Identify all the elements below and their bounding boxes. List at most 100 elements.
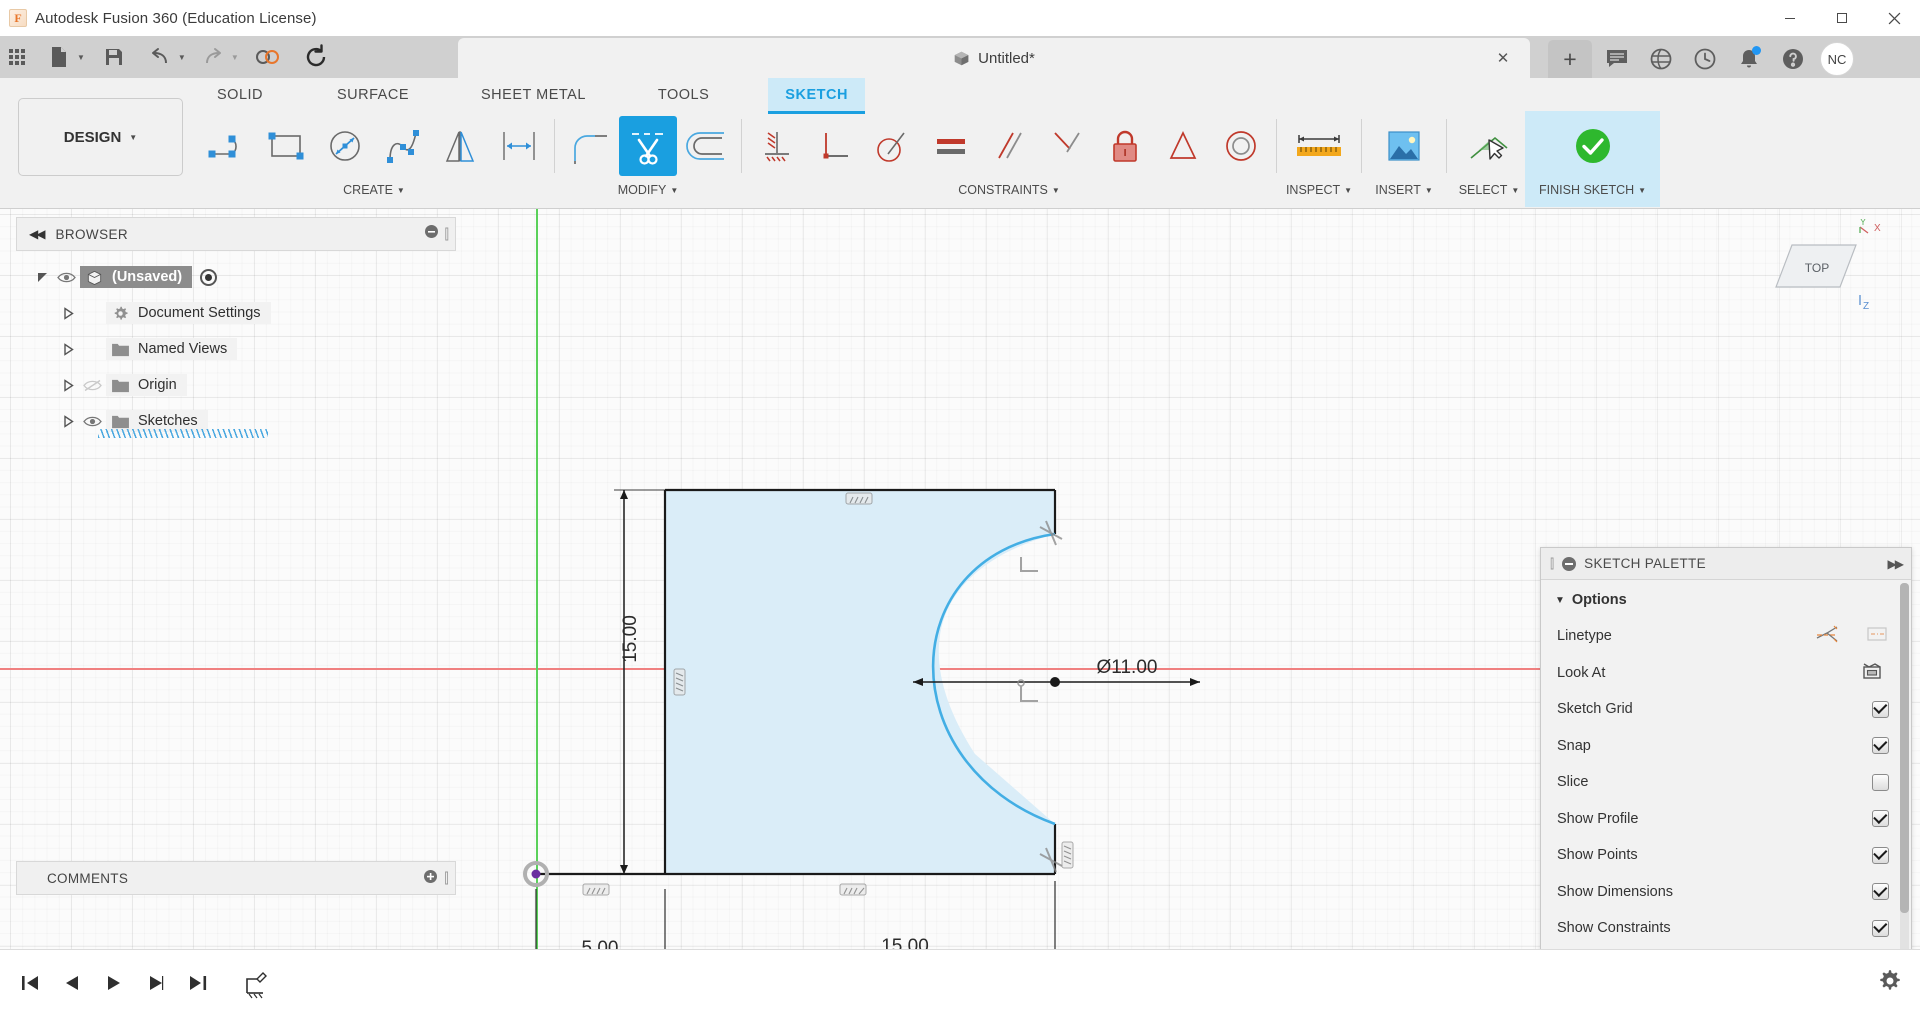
help-icon[interactable] [1776,42,1810,76]
workspace-switcher-button[interactable]: DESIGN ▼ [18,98,183,176]
timeline-jump-end-icon[interactable] [180,965,216,1001]
link-icon[interactable] [253,41,283,73]
palette-row-show-constraints[interactable]: Show Constraints [1541,910,1911,947]
construction-line-icon[interactable] [1815,624,1839,648]
palette-row-show-profile[interactable]: Show Profile [1541,801,1911,838]
view-cube-face-label[interactable]: TOP [1778,251,1856,285]
community-icon[interactable] [1644,42,1678,76]
palette-drag-handle[interactable]: ⫿ [1550,556,1554,572]
browser-node-unsaved[interactable]: (Unsaved) [16,259,456,295]
undo-caret-icon[interactable]: ▼ [178,53,186,62]
expand-triangle-icon[interactable] [58,306,78,320]
timeline-jump-start-icon[interactable] [12,965,48,1001]
refresh-icon[interactable] [301,41,331,73]
browser-node-sketches[interactable]: Sketches [16,403,456,439]
rectangular-pattern-tool-icon[interactable] [490,116,548,176]
insert-image-icon[interactable] [1368,116,1440,176]
timeline-step-back-icon[interactable] [54,965,90,1001]
show-constraints-checkbox[interactable] [1872,919,1889,937]
qa-show-data-panel[interactable] [0,41,34,73]
comments-panel-header[interactable]: COMMENTS ⫿ [16,861,456,895]
close-button[interactable] [1868,0,1920,36]
history-icon[interactable] [1688,42,1722,76]
browser-node-document-settings-pill[interactable]: Document Settings [106,302,271,324]
tab-sketch[interactable]: SKETCH [768,78,865,114]
select-caret-icon[interactable]: ▼ [1511,186,1519,195]
qa-file-menu[interactable]: ▼ [42,41,85,73]
ribbon-group-finish-sketch-label[interactable]: FINISH SKETCH ▼ [1539,183,1646,197]
constraints-caret-icon[interactable]: ▼ [1052,186,1060,195]
timeline-settings-gear-icon[interactable] [1878,969,1920,998]
tangent-constraint-icon[interactable] [864,116,922,176]
workspace-caret-icon[interactable]: ▼ [129,133,137,142]
new-tab-button[interactable]: + [1548,40,1592,78]
collapse-left-icon[interactable]: ◀◀ [29,227,46,241]
tab-tools[interactable]: TOOLS [641,78,726,111]
app-grid-icon[interactable] [2,41,32,73]
insert-caret-icon[interactable]: ▼ [1425,186,1433,195]
palette-row-slice[interactable]: Slice [1541,764,1911,801]
symmetry-constraint-icon[interactable] [1154,116,1212,176]
mirror-tool-icon[interactable] [432,116,490,176]
create-caret-icon[interactable]: ▼ [397,186,405,195]
avatar[interactable]: NC [1820,42,1854,76]
view-cube[interactable]: X Y Z TOP [1764,219,1884,329]
ribbon-group-insert-label[interactable]: INSERT ▼ [1375,183,1433,197]
show-points-checkbox[interactable] [1872,846,1889,864]
ribbon-group-modify-label[interactable]: MODIFY ▼ [618,183,679,197]
new-file-icon[interactable] [44,41,74,73]
save-icon[interactable] [99,41,129,73]
options-section-header[interactable]: ▼ Options [1541,580,1911,618]
browser-resize-handle[interactable]: ⫿ [445,226,449,243]
browser-node-named-views-pill[interactable]: Named Views [106,338,238,360]
chevron-down-icon[interactable]: ▼ [1555,595,1565,606]
browser-node-unsaved-pill[interactable]: (Unsaved) [80,266,193,288]
redo-caret-icon[interactable]: ▼ [231,53,239,62]
ribbon-group-constraints-label[interactable]: CONSTRAINTS ▼ [958,183,1060,197]
sketch-grid-checkbox[interactable] [1872,700,1889,718]
qa-refresh[interactable] [299,41,333,73]
expand-right-icon[interactable]: ▶▶ [1888,557,1905,571]
palette-row-snap[interactable]: Snap [1541,728,1911,765]
palette-row-show-dimensions[interactable]: Show Dimensions [1541,874,1911,911]
parallel-constraint-icon[interactable] [980,116,1038,176]
trim-tool-icon[interactable] [619,116,677,176]
comments-resize-handle[interactable]: ⫿ [444,870,449,887]
tab-sheet-metal[interactable]: SHEET METAL [464,78,603,111]
comments-icon[interactable] [1600,42,1634,76]
canvas[interactable]: 15.00 Ø11.00 5.00 15.00 ◀◀ BROWSER ⫿ (Un… [0,209,1920,949]
add-comment-icon[interactable] [423,869,438,887]
document-tab-close-icon[interactable]: ✕ [1494,49,1512,67]
lock-constraint-icon[interactable] [1096,116,1154,176]
file-menu-caret-icon[interactable]: ▼ [77,53,85,62]
concentric-constraint-icon[interactable] [1212,116,1270,176]
ribbon-group-select-label[interactable]: SELECT ▼ [1459,183,1520,197]
ribbon-group-finish-sketch[interactable]: FINISH SKETCH ▼ [1525,111,1661,207]
finish-sketch-check-icon[interactable] [1553,116,1633,176]
minimize-button[interactable] [1764,0,1816,36]
line-tool-icon[interactable] [200,116,258,176]
maximize-button[interactable] [1816,0,1868,36]
palette-scrollbar[interactable] [1900,583,1909,949]
browser-collapse-icon[interactable] [424,224,439,244]
rectangle-tool-icon[interactable] [258,116,316,176]
equal-constraint-icon[interactable] [922,116,980,176]
horizontal-vertical-constraint-icon[interactable] [1038,116,1096,176]
ribbon-group-inspect-label[interactable]: INSPECT ▼ [1286,183,1352,197]
snap-checkbox[interactable] [1872,737,1889,755]
tab-surface[interactable]: SURFACE [320,78,426,111]
document-tab[interactable]: Untitled* ✕ [458,38,1530,78]
visibility-eye-icon[interactable] [52,271,80,284]
visibility-eye-off-icon[interactable] [78,379,106,392]
browser-node-document-settings[interactable]: Document Settings [16,295,456,331]
measure-icon[interactable] [1283,116,1355,176]
expand-triangle-icon[interactable] [58,342,78,356]
qa-relationships[interactable] [251,41,285,73]
fix-constraint-icon[interactable] [748,116,806,176]
look-at-icon[interactable] [1861,661,1883,685]
palette-row-show-points[interactable]: Show Points [1541,837,1911,874]
browser-node-named-views[interactable]: Named Views [16,331,456,367]
browser-node-origin-pill[interactable]: Origin [106,374,187,396]
timeline-sketch-marker-icon[interactable] [240,965,276,1001]
expand-triangle-icon[interactable] [32,271,52,284]
